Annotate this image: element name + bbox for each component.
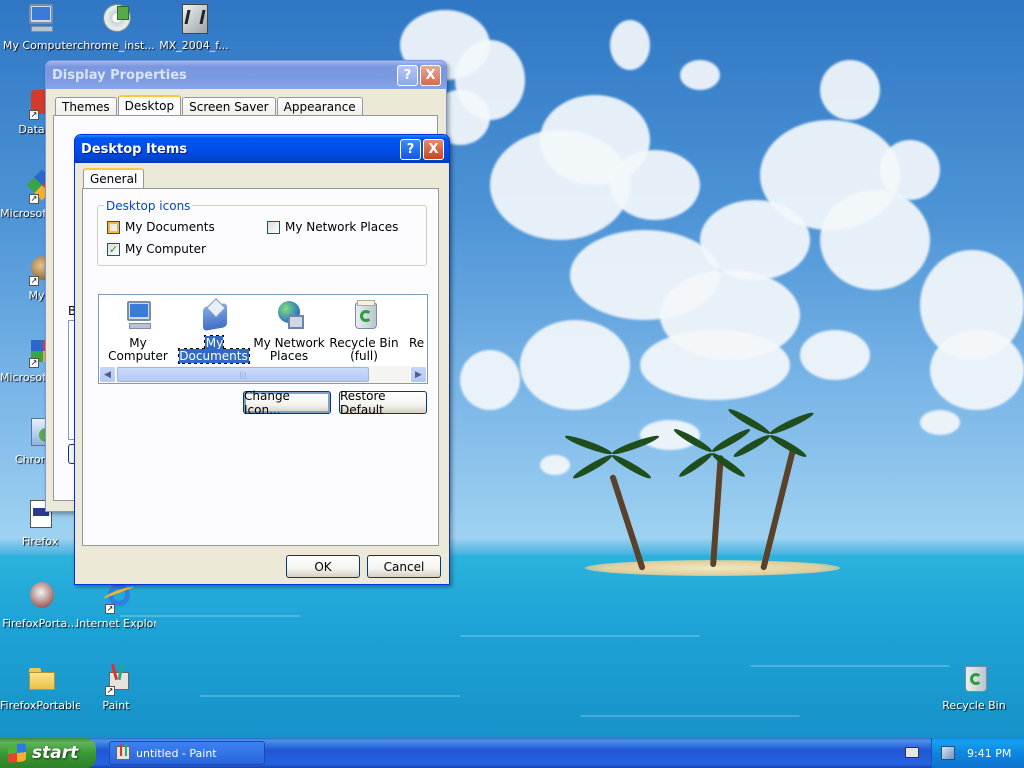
desktop-icon-recycle-bin[interactable]: Recycle Bin <box>934 662 1014 712</box>
window-title: Display Properties <box>52 67 187 83</box>
my-computer-icon <box>23 2 57 36</box>
checkbox-my-computer[interactable]: ✓ My Computer <box>107 242 206 256</box>
ok-button[interactable]: OK <box>286 555 360 578</box>
desktop-icon-firefox-portable-app[interactable]: FirefoxPorta... <box>0 580 80 630</box>
desktop-icon-label: MX_2004_f... <box>159 39 229 52</box>
installer-cd-icon <box>99 2 133 36</box>
internet-explorer-icon: ↗ <box>99 580 136 614</box>
close-button[interactable]: X <box>423 138 444 160</box>
desktop-icon-label: Paint <box>102 699 130 712</box>
desktop-icon-label: Firefox <box>21 535 59 548</box>
horizontal-scrollbar[interactable]: ◀ ||| ▶ <box>99 366 427 383</box>
recycle-bin-full-icon <box>347 299 381 333</box>
list-item-recycle-bin-full[interactable]: Recycle Bin (full) <box>325 299 403 363</box>
list-item-recycle-bin-empty[interactable]: Re <box>397 299 427 350</box>
recycle-bin-empty-icon <box>419 299 427 333</box>
checkbox-my-network-places[interactable]: My Network Places <box>267 220 398 234</box>
keyboard-icon[interactable] <box>905 747 919 758</box>
desktop-icon-mx-2004[interactable]: MX_2004_f... <box>154 2 234 52</box>
scroll-right-arrow-icon[interactable]: ▶ <box>410 366 427 383</box>
desktop-icons-group: Desktop icons My Documents My Network Pl… <box>97 199 427 266</box>
list-item-label: Recycle Bin (full) <box>329 336 399 363</box>
desktop-icon-label: FirefoxPortable <box>0 699 80 712</box>
windows-logo-icon <box>8 743 26 763</box>
scroll-track[interactable]: ||| <box>116 366 410 383</box>
clock[interactable]: 9:41 PM <box>967 747 1011 760</box>
list-item-label: My Documents <box>178 335 250 364</box>
scroll-left-arrow-icon[interactable]: ◀ <box>99 366 116 383</box>
checkbox-label: My Network Places <box>285 220 399 234</box>
window-title: Desktop Items <box>81 141 188 157</box>
recycle-bin-icon <box>957 662 991 696</box>
task-item-label: untitled - Paint <box>136 746 217 760</box>
checkbox-box[interactable] <box>267 220 280 234</box>
cancel-button[interactable]: Cancel <box>367 555 441 578</box>
checkbox-label: My Documents <box>125 220 215 234</box>
taskbar: start untitled - Paint 9:41 PM <box>0 738 1024 768</box>
my-documents-icon <box>197 298 231 333</box>
desktop-icon-label: FirefoxPorta... <box>2 617 78 630</box>
desktop-icon-label: chrome_inst... <box>77 39 155 52</box>
desktop-items-window[interactable]: Desktop Items ? X General Desktop icons … <box>74 134 450 585</box>
group-title: Desktop icons <box>104 199 193 213</box>
restore-default-button[interactable]: Restore Default <box>339 389 427 417</box>
help-button[interactable]: ? <box>400 138 421 160</box>
checkbox-label: My Computer <box>125 242 206 256</box>
list-item-label: Re <box>409 336 425 350</box>
desktop-icon-label: Internet Explorer <box>76 617 156 630</box>
list-item-my-computer[interactable]: My Computer <box>99 299 177 363</box>
desktop-icon-internet-explorer[interactable]: ↗ Internet Explorer <box>76 580 156 630</box>
start-button[interactable]: start <box>0 738 96 768</box>
checkbox-my-documents[interactable]: My Documents <box>107 220 215 234</box>
paint-icon <box>116 744 130 760</box>
system-tray: 9:41 PM <box>931 738 1024 768</box>
firefox-portable-icon <box>23 580 57 614</box>
list-item-label: My Network Places <box>253 336 325 363</box>
folder-icon <box>23 662 57 696</box>
general-tab-panel: Desktop icons My Documents My Network Pl… <box>82 188 439 546</box>
display-properties-titlebar[interactable]: Display Properties ? X <box>46 61 446 89</box>
paint-icon: ↗ <box>99 662 133 696</box>
list-item-my-documents[interactable]: My Documents <box>175 298 253 364</box>
desktop-icon-my-computer[interactable]: My Computer <box>0 2 80 52</box>
start-label: start <box>32 743 79 763</box>
desktop-icon-firefox-portable-folder[interactable]: FirefoxPortable <box>0 662 80 712</box>
list-item-label: My Computer <box>108 336 168 363</box>
desktop-items-titlebar[interactable]: Desktop Items ? X <box>75 135 449 163</box>
scroll-thumb[interactable]: ||| <box>117 367 369 382</box>
help-button[interactable]: ? <box>397 64 418 86</box>
list-item-my-network-places[interactable]: My Network Places <box>250 299 328 363</box>
network-tray-icon[interactable] <box>941 746 955 760</box>
desktop-icon-chrome-installer[interactable]: chrome_inst... <box>76 2 156 52</box>
desktop-icon-label: My Computer <box>2 39 78 52</box>
change-icon-button[interactable]: Change Icon... <box>243 389 331 417</box>
checkbox-box[interactable] <box>107 220 120 234</box>
desktop-icon-paint[interactable]: ↗ Paint <box>76 662 156 712</box>
desktop-icon-label: Recycle Bin <box>942 699 1006 712</box>
network-places-icon <box>272 299 306 333</box>
desktop-icon-listview[interactable]: My Computer My Documents My Network Plac… <box>98 294 428 384</box>
macromedia-icon <box>177 2 211 36</box>
checkbox-box[interactable]: ✓ <box>107 242 120 256</box>
close-button[interactable]: X <box>420 64 441 86</box>
taskbar-item-paint[interactable]: untitled - Paint <box>109 741 265 765</box>
my-computer-icon <box>121 299 155 333</box>
